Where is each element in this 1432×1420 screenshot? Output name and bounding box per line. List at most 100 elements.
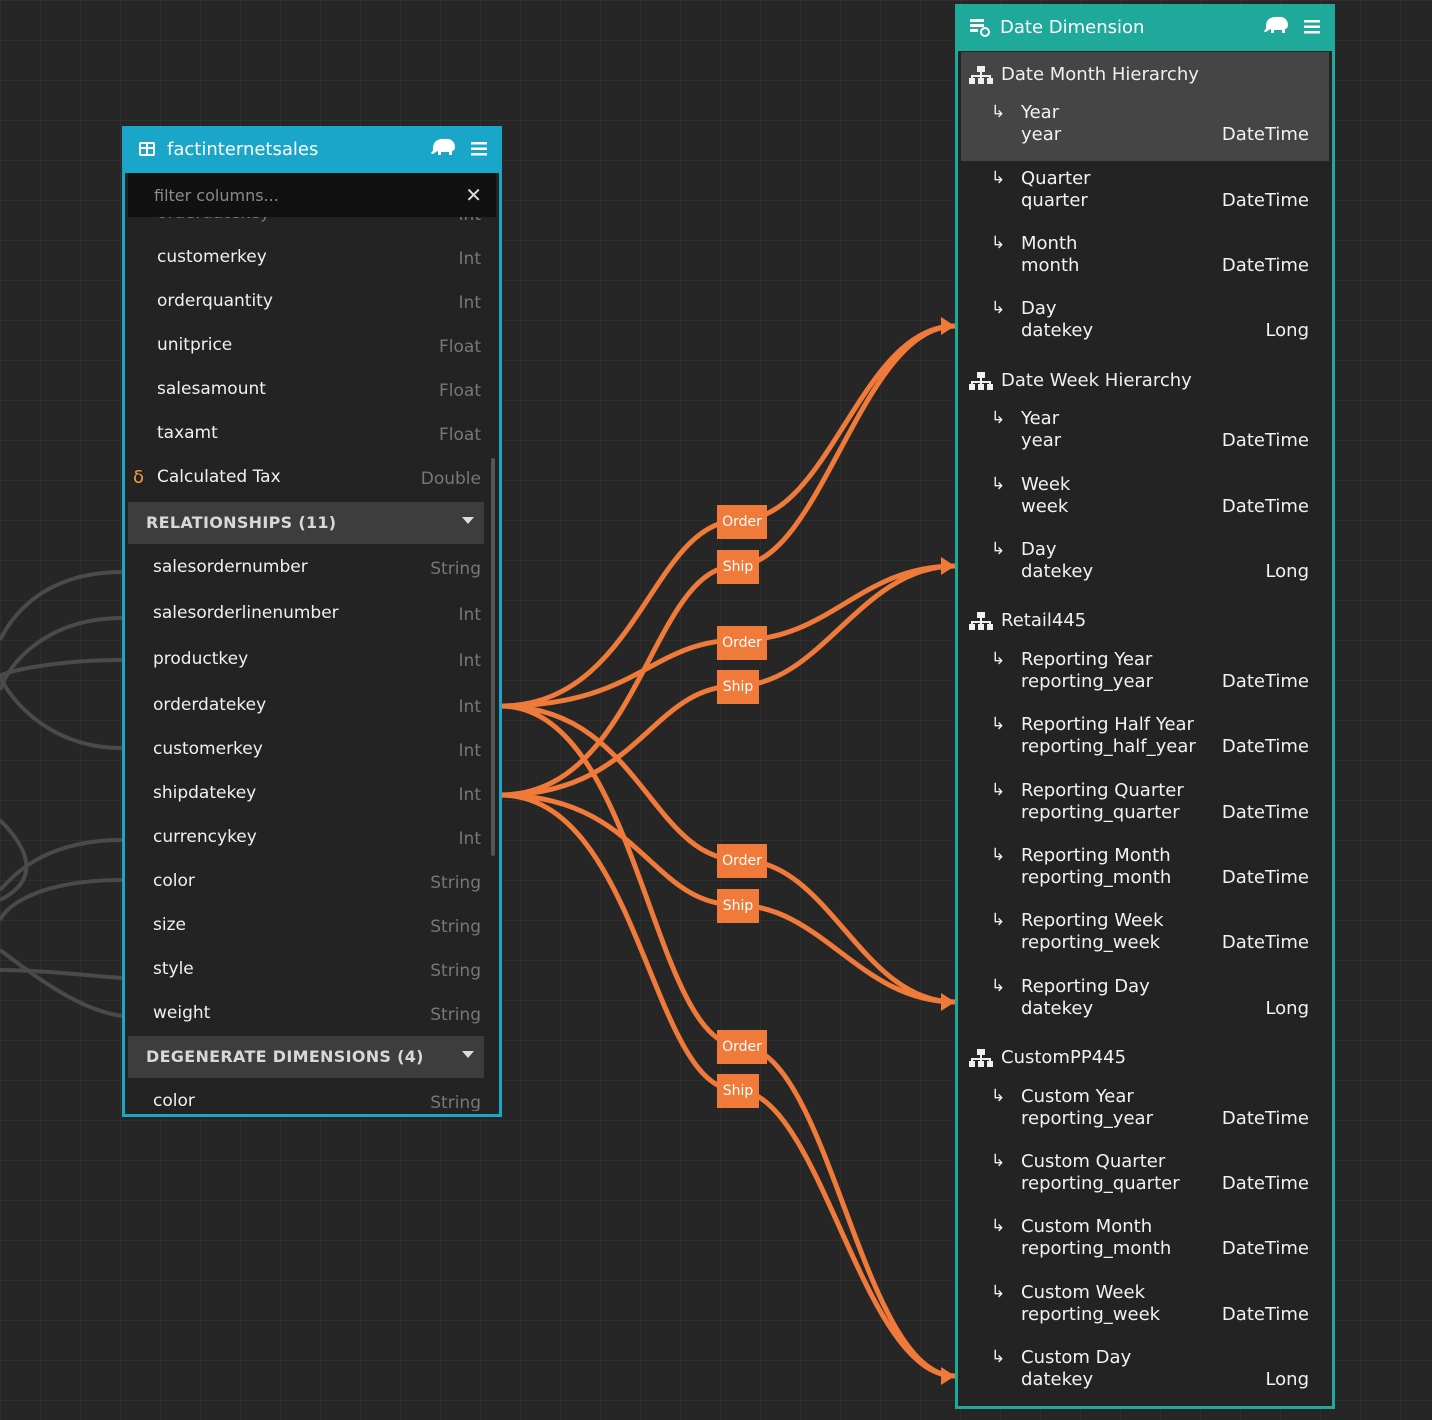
hierarchy-level-row[interactable]: ↳ Quarter quarter DateTime (961, 162, 1329, 227)
relationship-row[interactable]: shipdatekey Int (125, 771, 487, 815)
hierarchy-level-row[interactable]: ↳ Reporting Year reporting_year DateTime (961, 643, 1329, 708)
column-row[interactable]: customerkey Int (125, 235, 487, 279)
hierarchy-header[interactable]: Retail445 (961, 598, 1329, 642)
chevron-down-icon[interactable] (462, 517, 474, 524)
chevron-down-icon[interactable] (462, 1051, 474, 1058)
relationship-row[interactable]: weight String (125, 991, 487, 1035)
level-name: Reporting Quarter (1021, 780, 1184, 801)
column-type: Int (458, 293, 481, 313)
relationship-row[interactable]: currencykey Int (125, 815, 487, 859)
hierarchy-header[interactable]: CustomPP445 (961, 1035, 1329, 1079)
link-label-order[interactable]: Order (717, 1030, 767, 1064)
hierarchy-header[interactable]: Date Month Hierarchy (961, 52, 1329, 96)
close-icon[interactable]: ✕ (465, 183, 482, 207)
hierarchy-level-row[interactable]: ↳ Custom Year reporting_year DateTime (961, 1080, 1329, 1145)
degenerate-dimension-row[interactable]: color String (125, 1079, 487, 1111)
column-type: Int (458, 651, 481, 671)
hierarchy-level-row[interactable]: ↳ Custom Month reporting_month DateTime (961, 1210, 1329, 1275)
level-name: Year (1021, 102, 1060, 123)
level-arrow-icon: ↳ (991, 1347, 1006, 1367)
arrowhead (941, 993, 955, 1011)
filter-columns-input[interactable] (128, 173, 474, 217)
relationship-row[interactable]: color String (125, 859, 487, 903)
relationship-row[interactable]: size String (125, 903, 487, 947)
fact-table-header[interactable]: factinternetsales (125, 126, 499, 173)
column-name: customerkey (157, 247, 267, 267)
column-type: String (430, 961, 481, 981)
level-arrow-icon: ↳ (991, 780, 1006, 800)
level-arrow-icon: ↳ (991, 408, 1006, 428)
hierarchy-level-row[interactable]: ↳ Reporting Week reporting_week DateTime (961, 904, 1329, 969)
column-type: String (430, 873, 481, 893)
link-label-ship[interactable]: Ship (717, 889, 759, 923)
hierarchy-level-row[interactable]: ↳ Custom Week reporting_week DateTime (961, 1276, 1329, 1341)
relationship-row[interactable]: orderdatekey Int (125, 683, 487, 727)
level-arrow-icon: ↳ (991, 976, 1006, 996)
relationship-row[interactable]: customerkey Int (125, 727, 487, 771)
hierarchy-level-row[interactable]: ↳ Week week DateTime (961, 468, 1329, 533)
hierarchy-title: Date Week Hierarchy (1001, 370, 1192, 391)
level-name: Day (1021, 298, 1057, 319)
link-label-ship[interactable]: Ship (717, 1074, 759, 1108)
column-name: shipdatekey (153, 783, 257, 803)
hierarchy-level-row[interactable]: ↳ Reporting Half Year reporting_half_yea… (961, 708, 1329, 773)
relationship-row[interactable]: style String (125, 947, 487, 991)
level-column: year (1021, 124, 1062, 145)
menu-icon[interactable] (1298, 14, 1326, 40)
column-type: Float (439, 425, 481, 445)
hierarchy-level-row[interactable]: ↳ Year year DateTime (961, 96, 1329, 161)
link-label-order[interactable]: Order (717, 844, 767, 878)
column-name: customerkey (153, 739, 263, 759)
scrollbar[interactable] (491, 458, 495, 856)
hierarchy-level-row[interactable]: ↳ Year year DateTime (961, 402, 1329, 467)
level-column: reporting_year (1021, 671, 1153, 692)
elephant-icon[interactable] (429, 136, 457, 162)
link-label-order[interactable]: Order (717, 505, 767, 539)
level-column: datekey (1021, 998, 1094, 1019)
column-name: orderdatekey (153, 695, 267, 715)
calculated-column-row[interactable]: δ Calculated Tax Double (125, 455, 487, 499)
column-row[interactable]: salesamount Float (125, 367, 487, 411)
column-type: Float (439, 337, 481, 357)
elephant-icon[interactable] (1262, 14, 1290, 40)
level-name: Custom Month (1021, 1216, 1153, 1237)
hierarchy-level-row[interactable]: ↳ Reporting Day datekey Long (961, 970, 1329, 1035)
relationships-section-header[interactable]: RELATIONSHIPS (11) (128, 502, 484, 544)
date-dimension-header[interactable]: Date Dimension (958, 4, 1332, 51)
level-name: Reporting Day (1021, 976, 1150, 997)
level-column: datekey (1021, 561, 1094, 582)
level-column: reporting_month (1021, 867, 1172, 888)
hierarchy-level-row[interactable]: ↳ Month month DateTime (961, 227, 1329, 292)
level-name: Custom Day (1021, 1347, 1132, 1368)
level-type: DateTime (1221, 1238, 1309, 1259)
hierarchy-level-row[interactable]: ↳ Reporting Quarter reporting_quarter Da… (961, 774, 1329, 839)
column-row-partial[interactable]: orderdatekey Int (125, 217, 487, 235)
table-icon (139, 142, 155, 156)
level-column: reporting_week (1021, 1304, 1161, 1325)
level-arrow-icon: ↳ (991, 910, 1006, 930)
link-label-order[interactable]: Order (717, 626, 767, 660)
hierarchy-level-row[interactable]: ↳ Day datekey Long (961, 292, 1329, 357)
fact-table-card[interactable]: factinternetsales ✕ orderdatekey Int cus… (122, 126, 502, 1117)
relationship-row[interactable]: salesorderlinenumber Int (125, 591, 487, 635)
level-arrow-icon: ↳ (991, 649, 1006, 669)
hierarchy-level-row[interactable]: ↳ Custom Day datekey Long (961, 1341, 1329, 1406)
hierarchy-header[interactable]: Date Week Hierarchy (961, 358, 1329, 402)
column-row[interactable]: taxamt Float (125, 411, 487, 455)
column-row[interactable]: unitprice Float (125, 323, 487, 367)
column-row[interactable]: orderquantity Int (125, 279, 487, 323)
column-name: taxamt (157, 423, 218, 443)
date-dimension-card[interactable]: Date Dimension Date Month Hierarchy ↳ Ye… (955, 4, 1335, 1409)
link-label-ship[interactable]: Ship (717, 670, 759, 704)
hierarchy-level-row[interactable]: ↳ Day datekey Long (961, 533, 1329, 598)
link-label-ship[interactable]: Ship (717, 550, 759, 584)
menu-icon[interactable] (465, 136, 493, 162)
level-column: month (1021, 255, 1080, 276)
degenerate-dimensions-section-header[interactable]: DEGENERATE DIMENSIONS (4) (128, 1036, 484, 1078)
relationship-row[interactable]: productkey Int (125, 637, 487, 681)
level-arrow-icon: ↳ (991, 1282, 1006, 1302)
hierarchy-level-row[interactable]: ↳ Reporting Month reporting_month DateTi… (961, 839, 1329, 904)
level-column: quarter (1021, 190, 1088, 211)
relationship-row[interactable]: salesordernumber String (125, 545, 487, 589)
hierarchy-level-row[interactable]: ↳ Custom Quarter reporting_quarter DateT… (961, 1145, 1329, 1210)
